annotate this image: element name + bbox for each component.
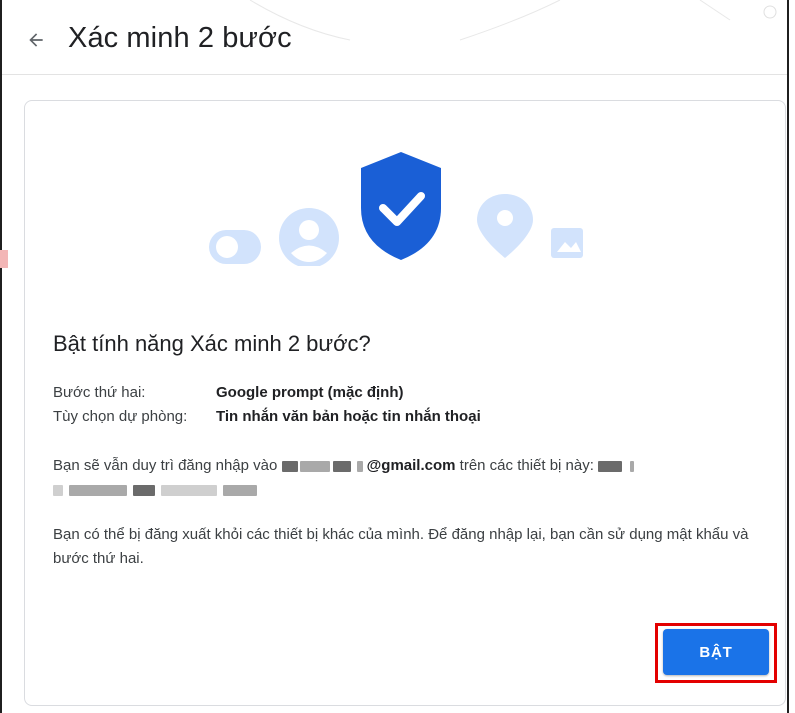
redacted-email <box>332 460 351 472</box>
method-info: Bước thứ hai: Google prompt (mặc định) T… <box>53 381 481 429</box>
para1-prefix: Bạn sẽ vẫn duy trì đăng nhập vào <box>53 457 278 474</box>
redacted-device <box>161 484 217 496</box>
arrow-left-icon <box>29 33 43 47</box>
para1-suffix: trên các thiết bị này: <box>459 457 594 474</box>
backup-option-label: Tùy chọn dự phòng: <box>53 408 188 425</box>
background-marker <box>0 250 8 268</box>
security-illustration <box>209 152 583 266</box>
back-button[interactable] <box>24 28 48 52</box>
redacted-email <box>356 460 363 472</box>
redacted-device <box>223 484 257 496</box>
turn-on-button[interactable]: BẬT <box>663 629 769 675</box>
second-step-label: Bước thứ hai: <box>53 384 146 401</box>
redacted-email <box>281 460 298 472</box>
redacted-device <box>69 484 127 496</box>
page-header: Xác minh 2 bước <box>2 0 787 75</box>
sign-out-warning-text: Bạn có thể bị đăng xuất khỏi các thiết b… <box>53 526 749 567</box>
redacted-device <box>598 460 623 472</box>
window-border-right <box>787 0 789 713</box>
backup-option-row: Tùy chọn dự phòng: Tin nhắn văn bản hoặc… <box>53 405 481 429</box>
account-icon <box>279 208 339 266</box>
email-address: @gmail.com <box>366 457 456 474</box>
page-title: Xác minh 2 bước <box>68 22 292 54</box>
second-step-value: Google prompt (mặc định) <box>216 384 404 401</box>
redacted-device <box>630 460 635 472</box>
toggle-icon <box>209 230 261 264</box>
shield-check-icon <box>361 152 441 260</box>
stay-signed-in-text: Bạn sẽ vẫn duy trì đăng nhập vào @gmail.… <box>53 454 753 502</box>
window-border-left <box>0 0 2 713</box>
confirm-card: Bật tính năng Xác minh 2 bước? Bước thứ … <box>24 100 786 706</box>
confirm-question: Bật tính năng Xác minh 2 bước? <box>53 331 371 356</box>
location-pin-icon <box>477 194 533 258</box>
redacted-device <box>53 484 63 496</box>
image-icon <box>551 228 583 258</box>
redacted-email <box>299 460 330 472</box>
backup-option-value: Tin nhắn văn bản hoặc tin nhắn thoại <box>216 408 481 425</box>
redacted-device <box>133 484 155 496</box>
second-step-row: Bước thứ hai: Google prompt (mặc định) <box>53 381 481 405</box>
